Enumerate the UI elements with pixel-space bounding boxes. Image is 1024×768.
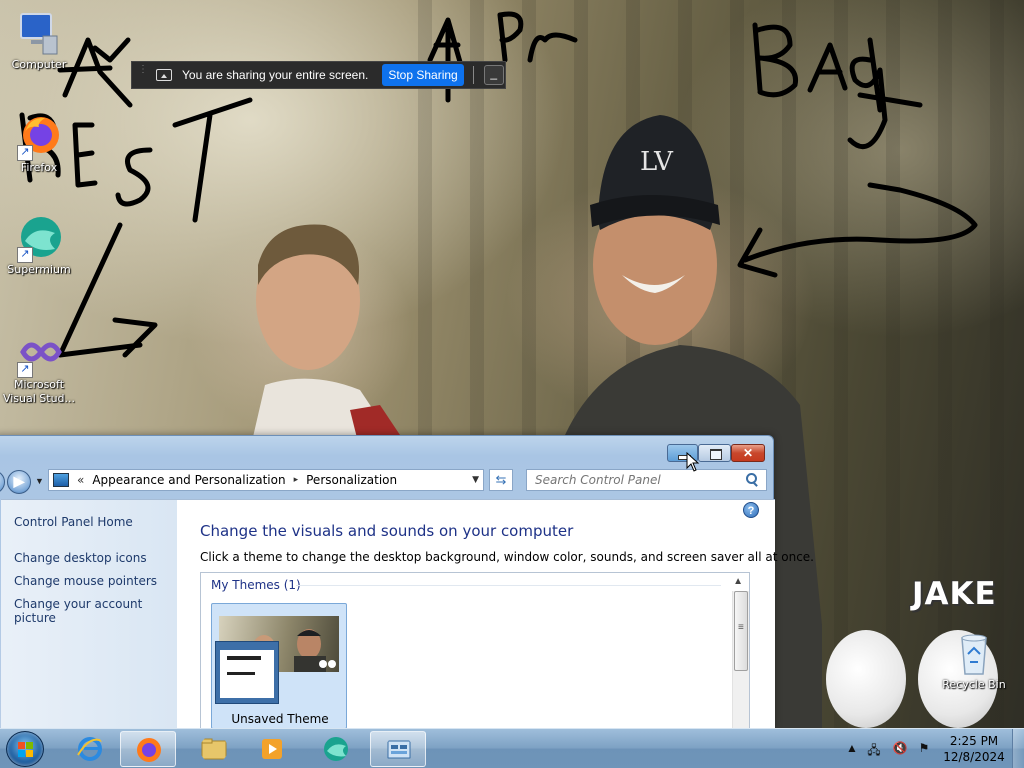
volume-muted-icon[interactable]: 🔇 xyxy=(892,741,908,755)
desktop-icon-label: Microsoft Visual Stud... xyxy=(2,378,76,405)
internet-explorer-icon xyxy=(77,737,103,761)
share-status-text: You are sharing your entire screen. xyxy=(182,68,369,82)
network-icon[interactable]: 🖧 xyxy=(866,741,882,757)
taskbar-supermium[interactable] xyxy=(308,731,364,767)
personalization-window: ✕ ◀ ▶ ▼ « Appearance and Personalization… xyxy=(0,435,814,732)
stop-sharing-button[interactable]: Stop Sharing xyxy=(382,64,464,86)
theme-tile-unsaved[interactable]: Unsaved Theme xyxy=(211,603,347,729)
breadcrumb-separator-icon[interactable]: ▸ xyxy=(294,475,299,485)
show-hidden-icons-button[interactable]: ▲ xyxy=(844,741,860,755)
wallpaper-person-left xyxy=(250,224,410,450)
desktop-icon-label: Recycle Bin xyxy=(942,678,1006,691)
recycle-bin-icon xyxy=(950,630,998,678)
share-bar-divider xyxy=(472,66,474,84)
navigation-bar: ◀ ▶ ▼ « Appearance and Personalization ▸… xyxy=(0,469,775,495)
desktop-icon-recycle-bin[interactable]: Recycle Bin xyxy=(936,630,1012,692)
themes-scrollbar[interactable] xyxy=(732,591,749,732)
help-icon[interactable]: ? xyxy=(743,502,759,518)
recent-pages-dropdown-icon[interactable]: ▼ xyxy=(35,476,44,486)
desktop-icon-label: Computer xyxy=(11,58,67,71)
clock-date: 12/8/2024 xyxy=(943,750,1005,764)
search-icon[interactable] xyxy=(744,472,760,488)
search-box[interactable] xyxy=(526,469,767,491)
desktop-icon-firefox[interactable]: ↗ Firefox xyxy=(1,113,77,175)
desktop-icon-supermium[interactable]: ↗ Supermium xyxy=(1,215,77,277)
breadcrumb-personalization[interactable]: Personalization xyxy=(306,473,397,487)
address-dropdown-icon[interactable]: ▼ xyxy=(472,475,479,485)
show-desktop-button[interactable] xyxy=(1012,729,1024,768)
window-content: Control Panel Home Change desktop icons … xyxy=(1,499,814,732)
breadcrumb-appearance[interactable]: Appearance and Personalization xyxy=(92,473,285,487)
forward-button[interactable]: ▶ xyxy=(7,470,31,494)
desktop-icon-computer[interactable]: Computer xyxy=(1,10,77,72)
shortcut-arrow-icon: ↗ xyxy=(17,362,33,378)
shortcut-arrow-icon: ↗ xyxy=(17,145,33,161)
wallpaper-white-circle-1 xyxy=(826,630,906,728)
visual-studio-icon: ↗ xyxy=(15,330,63,378)
sidebar-item-desktop-icons[interactable]: Change desktop icons xyxy=(14,551,147,565)
share-screen-icon xyxy=(156,69,172,81)
control-panel-icon xyxy=(387,740,411,759)
close-button[interactable]: ✕ xyxy=(731,444,765,462)
maximize-button[interactable] xyxy=(698,444,731,462)
screen-share-bar: ⋮ You are sharing your entire screen. St… xyxy=(131,61,506,89)
taskbar-internet-explorer[interactable] xyxy=(62,731,118,767)
media-player-icon xyxy=(262,739,282,759)
control-panel-icon xyxy=(53,473,69,487)
share-bar-minimize-button[interactable]: _ xyxy=(483,65,504,85)
address-overflow-chevron[interactable]: « xyxy=(77,473,84,487)
firefox-icon xyxy=(137,738,161,762)
taskbar-clock[interactable]: 2:25 PM 12/8/2024 xyxy=(940,733,1008,765)
taskbar-firefox[interactable] xyxy=(120,731,176,767)
start-button[interactable] xyxy=(6,731,44,767)
folder-icon xyxy=(201,738,227,760)
desktop-icon-label: Firefox xyxy=(20,161,58,174)
taskbar: ▲ 🖧 🔇 ⚑ 2:25 PM 12/8/2024 xyxy=(0,728,1024,768)
search-input[interactable] xyxy=(535,473,744,487)
sidebar-item-account-picture[interactable]: Change your account picture xyxy=(14,597,177,625)
sidebar-item-mouse-pointers[interactable]: Change mouse pointers xyxy=(14,574,157,588)
group-divider xyxy=(296,585,721,586)
shortcut-arrow-icon: ↗ xyxy=(17,247,33,263)
themes-list: My Themes (1) ▲ ≡ Unsaved Theme xyxy=(200,572,750,732)
page-description: Click a theme to change the desktop back… xyxy=(200,550,814,564)
sidebar-item-control-panel-home[interactable]: Control Panel Home xyxy=(14,515,133,529)
collapse-group-icon[interactable]: ▲ xyxy=(733,576,743,587)
taskbar-control-panel[interactable] xyxy=(370,731,426,767)
action-center-flag-icon[interactable]: ⚑ xyxy=(916,741,932,755)
drag-handle-icon[interactable]: ⋮ xyxy=(138,65,152,83)
refresh-button[interactable]: ⇆ xyxy=(489,469,513,491)
group-title-my-themes: My Themes (1) xyxy=(211,578,301,592)
desktop-icon-visual-studio[interactable]: ↗ Microsoft Visual Stud... xyxy=(1,330,77,406)
taskbar-media-player[interactable] xyxy=(244,731,300,767)
clock-time: 2:25 PM xyxy=(949,734,999,748)
page-title: Change the visuals and sounds on your co… xyxy=(200,522,574,540)
taskbar-file-explorer[interactable] xyxy=(186,731,242,767)
svg-text:LV: LV xyxy=(640,147,674,177)
windows-logo-icon xyxy=(18,742,34,758)
computer-icon xyxy=(15,10,63,58)
wallpaper-jake-text: JAKE xyxy=(912,576,997,612)
desktop-icon-label: Supermium xyxy=(7,263,71,276)
supermium-icon xyxy=(324,737,348,761)
mouse-cursor-icon xyxy=(686,452,700,472)
back-button[interactable]: ◀ xyxy=(0,470,5,494)
sidebar: Control Panel Home Change desktop icons … xyxy=(1,500,177,731)
supermium-icon: ↗ xyxy=(15,215,63,263)
theme-name: Unsaved Theme xyxy=(231,712,329,726)
firefox-icon: ↗ xyxy=(15,113,63,161)
theme-window-color-preview xyxy=(215,641,279,704)
caption-buttons: ✕ xyxy=(667,444,765,462)
scrollbar-thumb[interactable] xyxy=(734,591,748,671)
address-bar[interactable]: « Appearance and Personalization ▸ Perso… xyxy=(48,469,484,491)
